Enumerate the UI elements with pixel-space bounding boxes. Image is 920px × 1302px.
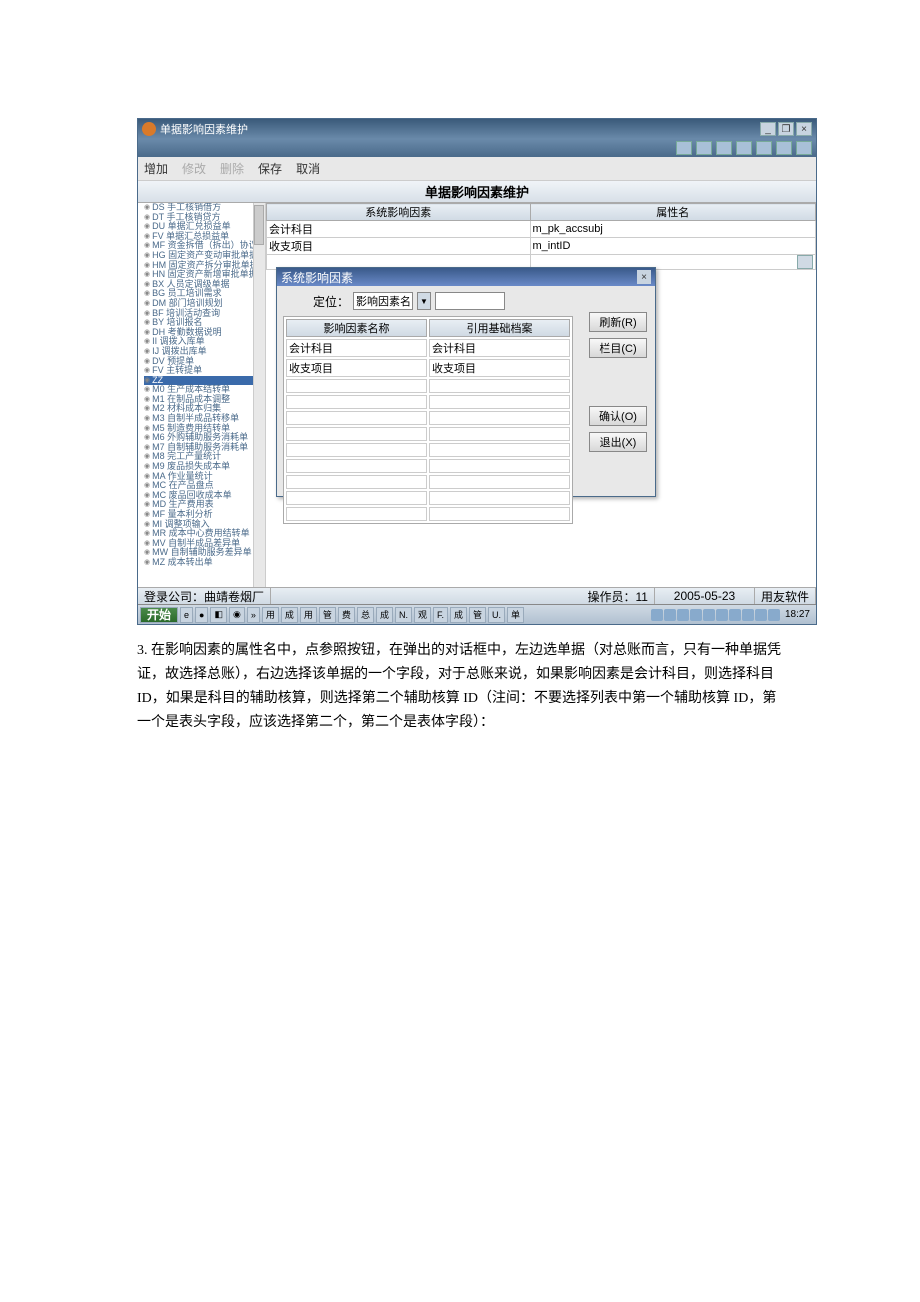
taskbar-item[interactable]: N.	[395, 607, 412, 623]
tray-icon[interactable]	[703, 609, 715, 621]
tray-icon[interactable]	[677, 609, 689, 621]
menu-delete: 删除	[220, 160, 244, 177]
search-value-input[interactable]	[435, 292, 505, 310]
table-row: 收支项目 m_intID	[267, 238, 816, 255]
tool-icon[interactable]	[776, 141, 792, 155]
locate-label: 定位：	[313, 293, 349, 310]
table-row: 会计科目会计科目	[286, 339, 570, 357]
taskbar-item[interactable]: 成	[450, 607, 467, 623]
tree-item[interactable]: MZ 成本转出单	[144, 558, 265, 568]
ok-button[interactable]: 确认(O)	[589, 406, 647, 426]
tool-icon[interactable]	[676, 141, 692, 155]
maximize-button[interactable]: ❐	[778, 122, 794, 136]
tool-icon[interactable]	[716, 141, 732, 155]
tool-icon[interactable]	[756, 141, 772, 155]
page-title: 单据影响因素维护	[138, 181, 816, 203]
col-header: 影响因素名称	[286, 319, 427, 337]
search-input[interactable]	[353, 292, 413, 310]
taskbar-item[interactable]: 管	[469, 607, 486, 623]
dialog-grid: 影响因素名称 引用基础档案 会计科目会计科目 收支项目收支项目	[283, 316, 573, 524]
tool-icon[interactable]	[736, 141, 752, 155]
quick-icon[interactable]: »	[247, 607, 260, 623]
icon-toolbar	[138, 139, 816, 157]
system-tray: 18:27	[651, 609, 814, 621]
quick-icon[interactable]: e	[180, 607, 193, 623]
quick-icon[interactable]: ◧	[210, 607, 227, 623]
menu-save[interactable]: 保存	[258, 160, 282, 177]
tray-icon[interactable]	[664, 609, 676, 621]
tray-icon[interactable]	[742, 609, 754, 621]
col-header: 系统影响因素	[267, 204, 531, 221]
quick-icon[interactable]: ◉	[229, 607, 245, 623]
dropdown-icon[interactable]: ▼	[417, 292, 431, 310]
table-row: 收支项目收支项目	[286, 359, 570, 377]
menu-add[interactable]: 增加	[144, 160, 168, 177]
close-button[interactable]: ×	[796, 122, 812, 136]
status-company: 登录公司：曲靖卷烟厂	[138, 588, 271, 604]
taskbar-item[interactable]: 总	[357, 607, 374, 623]
tool-icon[interactable]	[796, 141, 812, 155]
dialog: 系统影响因素 × 定位： ▼ 影响因素名称 引用基础档案	[276, 267, 656, 497]
tray-icon[interactable]	[651, 609, 663, 621]
taskbar: 开始 e ● ◧ ◉ » 用成用管费总成N.观F.成管U.单 18:27	[138, 604, 816, 624]
table-row: 会计科目 m_pk_accsubj	[267, 221, 816, 238]
titlebar: 单据影响因素维护 _ ❐ ×	[138, 119, 816, 139]
app-window: 单据影响因素维护 _ ❐ × 增加 修改 删除 保存 取消 单据影响因素维护 D…	[137, 118, 817, 625]
tree-panel: DS 手工核销借方DT 手工核销贷方DU 单据汇兑损益单FV 单据汇总损益单MF…	[138, 203, 266, 587]
tool-icon[interactable]	[696, 141, 712, 155]
refresh-button[interactable]: 刷新(R)	[589, 312, 647, 332]
taskbar-item[interactable]: U.	[488, 607, 505, 623]
status-date: 2005-05-23	[655, 588, 755, 604]
taskbar-item[interactable]: 观	[414, 607, 431, 623]
document-text: 3. 在影响因素的属性名中，点参照按钮，在弹出的对话框中，左边选单据（对总账而言…	[137, 639, 785, 735]
tray-icon[interactable]	[729, 609, 741, 621]
clock: 18:27	[781, 609, 814, 620]
main-grid: 系统影响因素 属性名 会计科目 m_pk_accsubj 收支项目 m_intI…	[266, 203, 816, 270]
main-panel: 系统影响因素 属性名 会计科目 m_pk_accsubj 收支项目 m_intI…	[266, 203, 816, 587]
tray-icon[interactable]	[716, 609, 728, 621]
quick-icon[interactable]: ●	[195, 607, 208, 623]
columns-button[interactable]: 栏目(C)	[589, 338, 647, 358]
taskbar-item[interactable]: 用	[262, 607, 279, 623]
exit-button[interactable]: 退出(X)	[589, 432, 647, 452]
dialog-title: 系统影响因素	[281, 269, 353, 286]
menu-edit: 修改	[182, 160, 206, 177]
menu-cancel[interactable]: 取消	[296, 160, 320, 177]
minimize-button[interactable]: _	[760, 122, 776, 136]
tray-icon[interactable]	[690, 609, 702, 621]
reference-button[interactable]	[797, 255, 813, 269]
taskbar-item[interactable]: 成	[376, 607, 393, 623]
scrollbar[interactable]	[253, 203, 265, 587]
col-header: 引用基础档案	[429, 319, 570, 337]
taskbar-item[interactable]: 管	[319, 607, 336, 623]
menubar: 增加 修改 删除 保存 取消	[138, 157, 816, 181]
statusbar: 登录公司：曲靖卷烟厂 操作员：11 2005-05-23 用友软件	[138, 587, 816, 604]
col-header: 属性名	[530, 204, 815, 221]
start-button[interactable]: 开始	[140, 607, 178, 623]
app-icon	[142, 122, 156, 136]
taskbar-item[interactable]: F.	[433, 607, 448, 623]
tray-icon[interactable]	[755, 609, 767, 621]
taskbar-item[interactable]: 用	[300, 607, 317, 623]
window-title: 单据影响因素维护	[160, 121, 760, 137]
status-operator: 操作员：11	[582, 588, 655, 604]
tray-icon[interactable]	[768, 609, 780, 621]
dialog-close-icon[interactable]: ×	[637, 270, 651, 284]
status-vendor: 用友软件	[755, 588, 816, 604]
taskbar-item[interactable]: 单	[507, 607, 524, 623]
taskbar-item[interactable]: 费	[338, 607, 355, 623]
dialog-titlebar: 系统影响因素 ×	[277, 268, 655, 286]
taskbar-item[interactable]: 成	[281, 607, 298, 623]
